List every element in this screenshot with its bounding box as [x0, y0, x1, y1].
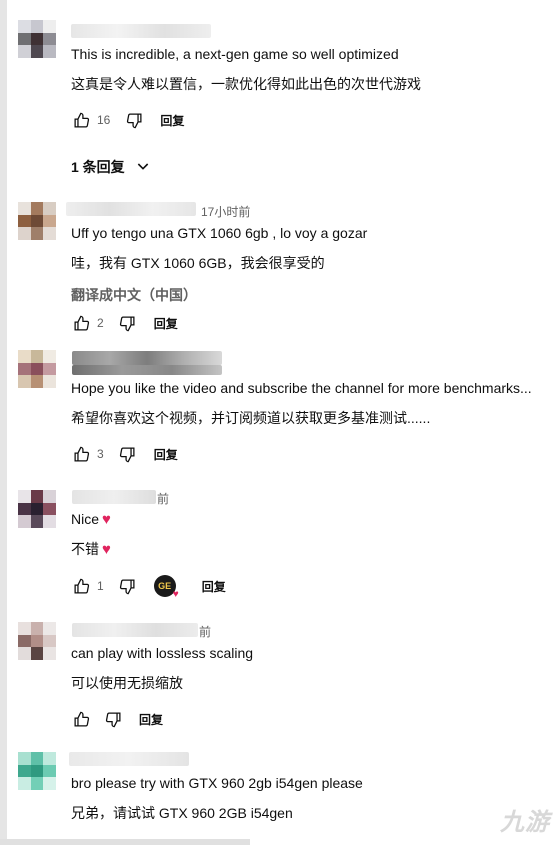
thumb-up-icon[interactable]	[71, 576, 91, 596]
timestamp[interactable]: 前	[199, 623, 211, 640]
comment-translation: 可以使用无损缩放	[71, 675, 183, 691]
avatar[interactable]	[18, 350, 56, 388]
creator-heart-label: GE	[158, 581, 172, 591]
comment-text: Uff yo tengo una GTX 1060 6gb , lo voy a…	[71, 225, 368, 241]
reply-button[interactable]: 回复	[202, 578, 226, 595]
author-name[interactable]	[66, 202, 196, 216]
chevron-down-icon	[135, 158, 151, 177]
avatar[interactable]	[18, 490, 56, 528]
translate-link[interactable]: 翻译成中文（中国）	[71, 285, 197, 305]
comment-text: This is incredible, a next-gen game so w…	[71, 46, 399, 62]
comment-translation: 希望你喜欢这个视频，并订阅频道以获取更多基准测试......	[71, 410, 431, 426]
author-name[interactable]	[72, 490, 156, 504]
avatar[interactable]	[18, 622, 56, 660]
watermark-logo: 九游	[500, 809, 550, 836]
heart-icon: ♥	[172, 589, 179, 600]
reply-button[interactable]: 回复	[160, 112, 184, 129]
heart-icon: ♥	[102, 541, 111, 558]
thumb-down-icon[interactable]	[103, 709, 123, 729]
comment-actions: 2 回复	[71, 312, 178, 334]
thumb-down-icon[interactable]	[118, 313, 138, 333]
heart-icon: ♥	[102, 511, 111, 528]
comment-actions: 回复	[71, 708, 163, 730]
like-count: 1	[97, 579, 104, 593]
replies-toggle[interactable]: 1 条回复	[71, 157, 151, 177]
comment-translation-value: 不错	[71, 541, 99, 557]
comment-translation: 不错 ♥	[71, 539, 111, 559]
comment-translation: 兄弟，请试试 GTX 960 2GB i54gen	[71, 805, 293, 821]
thumb-down-icon[interactable]	[124, 110, 144, 130]
comment-text: Hope you like the video and subscribe th…	[71, 380, 532, 396]
avatar[interactable]	[18, 752, 56, 790]
replies-toggle-label: 1 条回复	[71, 159, 125, 175]
thumb-down-icon[interactable]	[118, 576, 138, 596]
comment-translation: 这真是令人难以置信，一款优化得如此出色的次世代游戏	[71, 76, 421, 92]
author-name[interactable]	[72, 623, 198, 637]
thumb-up-icon[interactable]	[71, 110, 91, 130]
comment-text-value: Nice	[71, 511, 100, 527]
comment-actions: 1 GE ♥ 回复	[71, 575, 226, 600]
avatar[interactable]	[18, 20, 56, 58]
reply-button[interactable]: 回复	[154, 315, 178, 332]
author-name[interactable]	[71, 24, 211, 38]
timestamp[interactable]: 17小时前	[201, 203, 250, 220]
author-name-line2	[72, 365, 222, 375]
thumb-up-icon[interactable]	[71, 709, 91, 729]
comment-actions: 3 回复	[71, 443, 178, 465]
thumb-down-icon[interactable]	[118, 444, 138, 464]
comment-text: bro please try with GTX 960 2gb i54gen p…	[71, 775, 363, 791]
author-name[interactable]	[69, 752, 189, 766]
comment-actions: 16 回复	[71, 109, 184, 131]
like-count: 3	[97, 447, 104, 461]
like-count: 16	[97, 113, 111, 127]
comment-translation: 哇，我有 GTX 1060 6GB，我会很享受的	[71, 255, 325, 271]
creator-heart-badge: GE ♥	[153, 575, 179, 600]
like-count: 2	[97, 316, 104, 330]
reply-button[interactable]: 回复	[154, 446, 178, 463]
reply-button[interactable]: 回复	[139, 711, 163, 728]
bottom-strip	[0, 839, 250, 845]
thread-rule	[0, 0, 7, 845]
comment-text: Nice ♥	[71, 511, 111, 528]
thumb-up-icon[interactable]	[71, 444, 91, 464]
timestamp[interactable]: 前	[157, 490, 169, 507]
avatar[interactable]	[18, 202, 56, 240]
comment-text: can play with lossless scaling	[71, 645, 254, 661]
thumb-up-icon[interactable]	[71, 313, 91, 333]
author-name[interactable]	[72, 351, 222, 365]
